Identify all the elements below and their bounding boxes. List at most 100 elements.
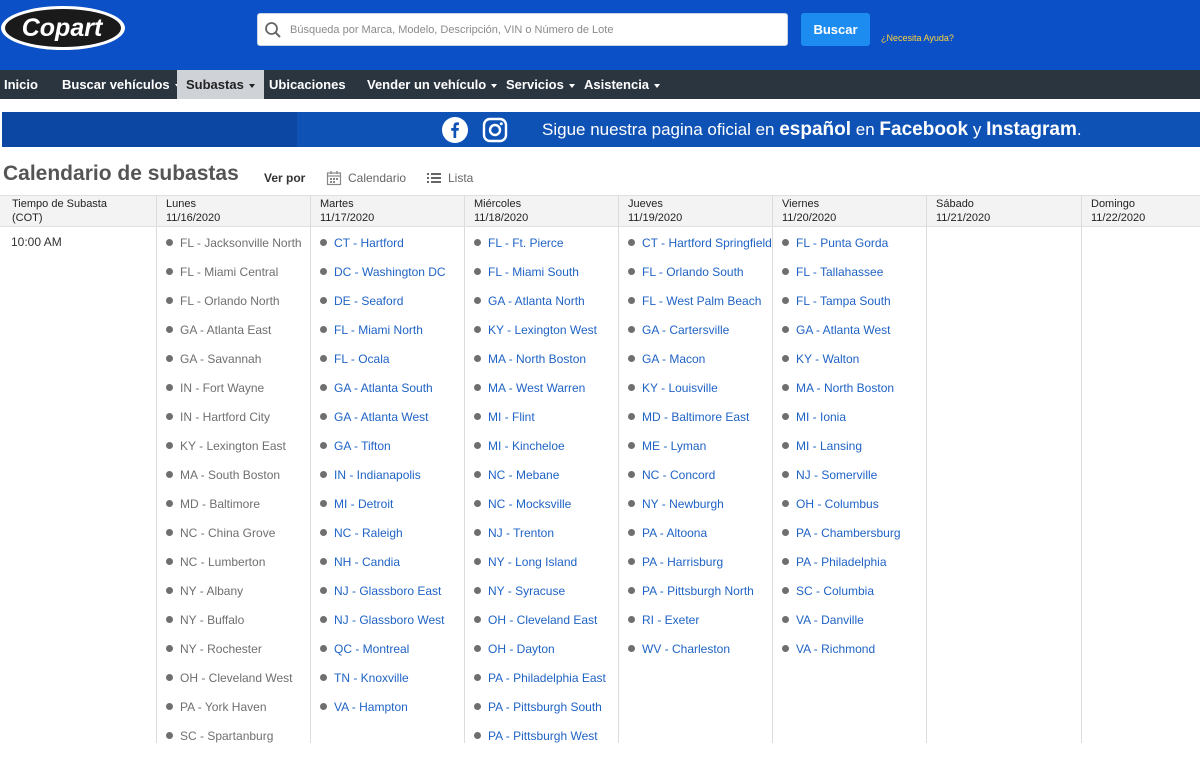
copart-logo[interactable]: Copart: [0, 5, 126, 51]
auction-location-link[interactable]: FL - Ft. Pierce: [474, 235, 624, 251]
nav-item-vender[interactable]: Vender un vehículo: [367, 70, 498, 99]
auction-location-link[interactable]: PA - Pittsburgh South: [474, 699, 624, 715]
auction-location-link[interactable]: NC - Lumberton: [166, 554, 316, 570]
auction-location-link[interactable]: PA - Pittsburgh North: [628, 583, 778, 599]
auction-location-link[interactable]: NC - Raleigh: [320, 525, 470, 541]
auction-location-link[interactable]: NY - Albany: [166, 583, 316, 599]
auction-location-link[interactable]: IN - Indianapolis: [320, 467, 470, 483]
auction-location-link[interactable]: OH - Cleveland West: [166, 670, 316, 686]
auction-location-link[interactable]: SC - Columbia: [782, 583, 932, 599]
auction-location-link[interactable]: WV - Charleston: [628, 641, 778, 657]
auction-location-link[interactable]: IN - Hartford City: [166, 409, 316, 425]
auction-location-link[interactable]: KY - Lexington West: [474, 322, 624, 338]
auction-location-link[interactable]: FL - Miami North: [320, 322, 470, 338]
auction-location-link[interactable]: VA - Hampton: [320, 699, 470, 715]
auction-location-link[interactable]: RI - Exeter: [628, 612, 778, 628]
auction-location-link[interactable]: ME - Lyman: [628, 438, 778, 454]
day-header-tuesday: Martes 11/17/2020: [320, 198, 375, 224]
search-button[interactable]: Buscar: [801, 13, 870, 46]
auction-location-link[interactable]: GA - Atlanta North: [474, 293, 624, 309]
day-column-wednesday: FL - Ft. Pierce FL - Miami South GA - Atla…: [474, 235, 624, 757]
auction-location-link[interactable]: OH - Dayton: [474, 641, 624, 657]
auction-location-link[interactable]: PA - Chambersburg: [782, 525, 932, 541]
auction-location-link[interactable]: MI - Detroit: [320, 496, 470, 512]
auction-location-link[interactable]: CT - Hartford: [320, 235, 470, 251]
auction-location-link[interactable]: TN - Knoxville: [320, 670, 470, 686]
auction-location-link[interactable]: VA - Danville: [782, 612, 932, 628]
auction-location-link[interactable]: SC - Spartanburg: [166, 728, 316, 744]
auction-location-link[interactable]: GA - Atlanta South: [320, 380, 470, 396]
auction-location-link[interactable]: FL - Orlando South: [628, 264, 778, 280]
auction-location-link[interactable]: PA - York Haven: [166, 699, 316, 715]
view-list-label: Lista: [448, 171, 474, 185]
auction-location-link[interactable]: FL - Tampa South: [782, 293, 932, 309]
auction-location-link[interactable]: GA - Cartersville: [628, 322, 778, 338]
auction-location-link[interactable]: FL - Miami Central: [166, 264, 316, 280]
nav-item-ubicaciones[interactable]: Ubicaciones: [269, 70, 346, 99]
auction-location-link[interactable]: DC - Washington DC: [320, 264, 470, 280]
auction-location-link[interactable]: PA - Philadelphia East: [474, 670, 624, 686]
auction-location-link[interactable]: PA - Philadelphia: [782, 554, 932, 570]
auction-location-link[interactable]: GA - Atlanta East: [166, 322, 316, 338]
nav-item-subastas[interactable]: Subastas: [177, 70, 264, 99]
auction-location-link[interactable]: KY - Louisville: [628, 380, 778, 396]
auction-location-link[interactable]: KY - Lexington East: [166, 438, 316, 454]
auction-location-link[interactable]: NC - China Grove: [166, 525, 316, 541]
auction-location-link[interactable]: MI - Lansing: [782, 438, 932, 454]
nav-item-asistencia[interactable]: Asistencia: [584, 70, 661, 99]
auction-location-link[interactable]: MI - Flint: [474, 409, 624, 425]
auction-location-link[interactable]: NH - Candia: [320, 554, 470, 570]
auction-location-link[interactable]: FL - Ocala: [320, 351, 470, 367]
auction-location-link[interactable]: MD - Baltimore East: [628, 409, 778, 425]
auction-location-link[interactable]: MI - Kincheloe: [474, 438, 624, 454]
auction-location-link[interactable]: MA - North Boston: [782, 380, 932, 396]
auction-location-link[interactable]: NY - Newburgh: [628, 496, 778, 512]
auction-location-link[interactable]: OH - Cleveland East: [474, 612, 624, 628]
auction-location-link[interactable]: NJ - Trenton: [474, 525, 624, 541]
auction-location-link[interactable]: NY - Syracuse: [474, 583, 624, 599]
auction-location-link[interactable]: IN - Fort Wayne: [166, 380, 316, 396]
auction-location-link[interactable]: GA - Atlanta West: [782, 322, 932, 338]
auction-location-link[interactable]: MD - Baltimore: [166, 496, 316, 512]
auction-location-link[interactable]: QC - Montreal: [320, 641, 470, 657]
auction-location-link[interactable]: FL - Orlando North: [166, 293, 316, 309]
auction-location-link[interactable]: MA - North Boston: [474, 351, 624, 367]
auction-location-link[interactable]: GA - Savannah: [166, 351, 316, 367]
auction-location-link[interactable]: NC - Mocksville: [474, 496, 624, 512]
auction-location-link[interactable]: NC - Concord: [628, 467, 778, 483]
auction-location-link[interactable]: NJ - Somerville: [782, 467, 932, 483]
auction-location-link[interactable]: MA - West Warren: [474, 380, 624, 396]
view-list-button[interactable]: Lista: [426, 169, 473, 187]
search-input[interactable]: [290, 14, 780, 45]
auction-location-link[interactable]: DE - Seaford: [320, 293, 470, 309]
nav-item-buscar-vehiculos[interactable]: Buscar vehículos: [62, 70, 181, 99]
auction-location-link[interactable]: PA - Altoona: [628, 525, 778, 541]
auction-location-link[interactable]: GA - Tifton: [320, 438, 470, 454]
social-banner[interactable]: Sigue nuestra pagina oficial en español …: [2, 112, 1200, 147]
auction-location-link[interactable]: MI - Ionia: [782, 409, 932, 425]
auction-location-link[interactable]: PA - Harrisburg: [628, 554, 778, 570]
auction-location-link[interactable]: NY - Long Island: [474, 554, 624, 570]
auction-location-link[interactable]: KY - Walton: [782, 351, 932, 367]
auction-location-link[interactable]: FL - Tallahassee: [782, 264, 932, 280]
view-calendar-button[interactable]: Calendario: [326, 169, 406, 187]
auction-location-link[interactable]: MA - South Boston: [166, 467, 316, 483]
auction-location-link[interactable]: NJ - Glassboro West: [320, 612, 470, 628]
auction-location-link[interactable]: PA - Pittsburgh West: [474, 728, 624, 744]
auction-location-link[interactable]: NY - Rochester: [166, 641, 316, 657]
help-link[interactable]: ¿Necesita Ayuda?: [881, 33, 954, 43]
auction-location-link[interactable]: VA - Richmond: [782, 641, 932, 657]
auction-location-link[interactable]: CT - Hartford Springfield: [628, 235, 778, 251]
auction-location-link[interactable]: NJ - Glassboro East: [320, 583, 470, 599]
auction-location-link[interactable]: FL - West Palm Beach: [628, 293, 778, 309]
auction-location-link[interactable]: FL - Miami South: [474, 264, 624, 280]
auction-location-link[interactable]: NC - Mebane: [474, 467, 624, 483]
auction-location-link[interactable]: FL - Punta Gorda: [782, 235, 932, 251]
auction-location-link[interactable]: OH - Columbus: [782, 496, 932, 512]
auction-location-link[interactable]: GA - Macon: [628, 351, 778, 367]
auction-location-link[interactable]: FL - Jacksonville North: [166, 235, 316, 251]
auction-location-link[interactable]: NY - Buffalo: [166, 612, 316, 628]
auction-location-link[interactable]: GA - Atlanta West: [320, 409, 470, 425]
nav-item-inicio[interactable]: Inicio: [4, 70, 38, 99]
nav-item-servicios[interactable]: Servicios: [506, 70, 575, 99]
